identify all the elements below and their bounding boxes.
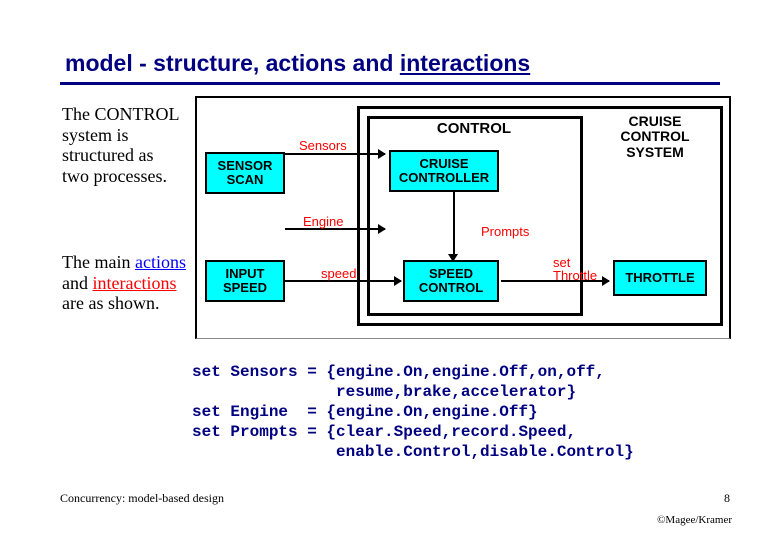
label-set-throttle: set Throttle: [553, 256, 597, 282]
structure-diagram: CRUISE CONTROL SYSTEM CONTROL SENSOR SCA…: [195, 96, 731, 339]
box-control-label: CONTROL: [369, 120, 579, 137]
box-cruise-control-system: CRUISE CONTROL SYSTEM: [595, 114, 715, 160]
keyword-interactions: interactions: [93, 273, 177, 293]
label-engine: Engine: [303, 214, 343, 229]
box-sensor-scan: SENSOR SCAN: [205, 152, 285, 194]
paragraph-2: The main actions and interactions are as…: [62, 252, 192, 314]
para2-a: The main: [62, 252, 135, 272]
title-text-plain: model - structure, actions and: [65, 50, 400, 76]
arrow-prompts-line: [453, 192, 455, 258]
label-sensors: Sensors: [299, 138, 347, 153]
label-prompts: Prompts: [481, 224, 529, 239]
code-definitions: set Sensors = {engine.On,engine.Off,on,o…: [192, 362, 634, 462]
paragraph-1: The CONTROL system is structured as two …: [62, 104, 182, 187]
slide-title: model - structure, actions and interacti…: [65, 50, 530, 77]
title-text-underlined: interactions: [400, 50, 530, 76]
para2-b: and: [62, 273, 93, 293]
footer-page-number: 8: [724, 491, 730, 506]
arrow-sensors: [285, 153, 385, 155]
box-input-speed: INPUT SPEED: [205, 260, 285, 302]
footer-left: Concurrency: model-based design: [60, 491, 224, 506]
para2-c: are as shown.: [62, 293, 159, 313]
box-throttle: THROTTLE: [613, 260, 707, 296]
box-speed-control: SPEED CONTROL: [403, 260, 499, 302]
box-cruise-controller: CRUISE CONTROLLER: [389, 150, 499, 192]
title-underline-rule: [60, 82, 720, 85]
footer-copyright: ©Magee/Kramer: [657, 514, 732, 526]
keyword-actions: actions: [135, 252, 186, 272]
label-speed: speed: [321, 266, 356, 281]
